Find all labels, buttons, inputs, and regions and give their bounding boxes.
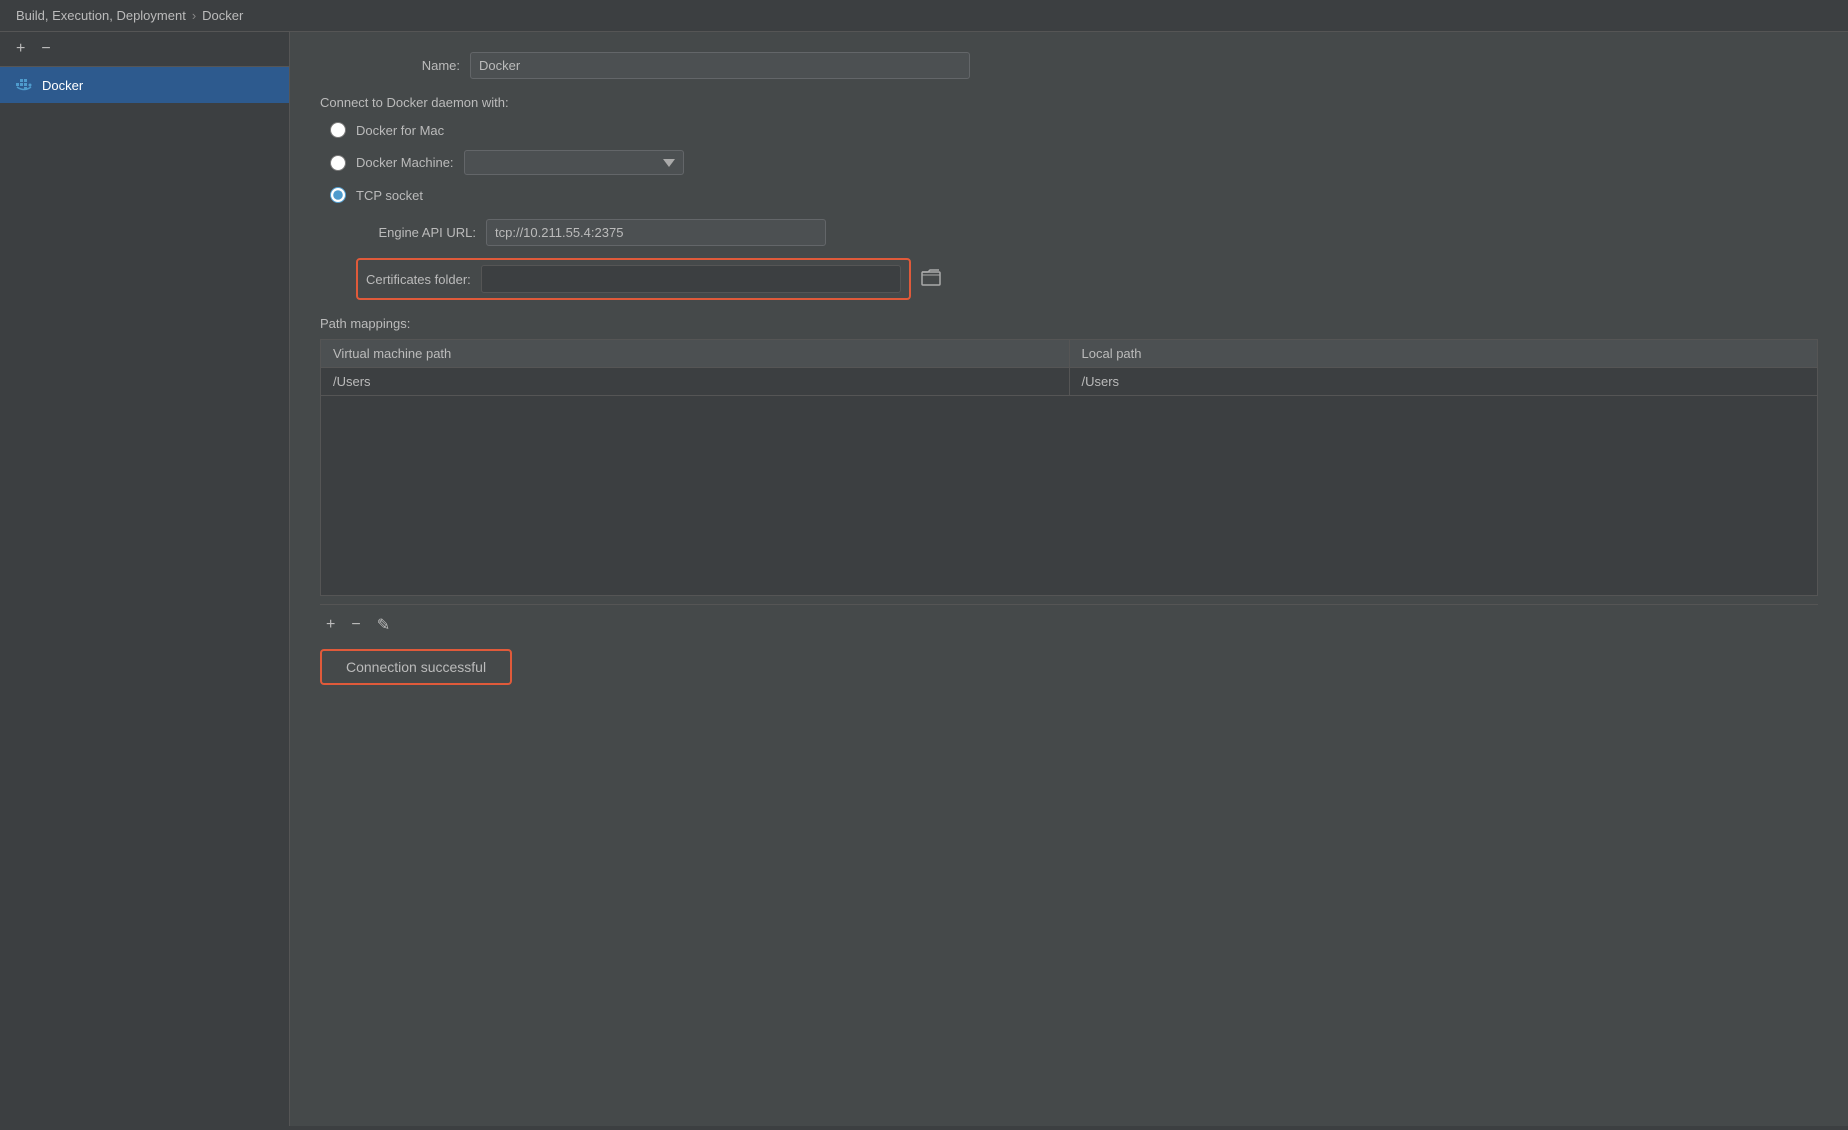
local-path-header: Local path xyxy=(1069,340,1818,368)
path-mappings-section: Path mappings: Virtual machine path Loca… xyxy=(320,316,1818,685)
sidebar-item-docker-label: Docker xyxy=(42,78,83,93)
cert-browse-button[interactable] xyxy=(915,266,947,293)
mappings-toolbar: + − ✎ xyxy=(320,604,1818,645)
connect-label: Connect to Docker daemon with: xyxy=(320,95,1818,110)
docker-for-mac-option[interactable]: Docker for Mac xyxy=(330,122,1818,138)
path-mappings-label: Path mappings: xyxy=(320,316,1818,331)
breadcrumb-part2: Docker xyxy=(202,8,243,23)
breadcrumb-bar: Build, Execution, Deployment › Docker xyxy=(0,0,1848,32)
engine-api-label: Engine API URL: xyxy=(356,225,476,240)
docker-mac-radio[interactable] xyxy=(330,122,346,138)
sidebar: + − Docker xyxy=(0,32,290,1126)
tcp-socket-label[interactable]: TCP socket xyxy=(356,188,423,203)
vm-path-header: Virtual machine path xyxy=(321,340,1070,368)
name-input[interactable] xyxy=(470,52,970,79)
local-path-cell: /Users xyxy=(1069,368,1818,396)
cert-folder-label: Certificates folder: xyxy=(366,272,471,287)
breadcrumb-separator: › xyxy=(192,8,196,23)
tcp-socket-option[interactable]: TCP socket xyxy=(330,187,1818,203)
table-row-empty xyxy=(321,396,1818,596)
connection-status: Connection successful xyxy=(346,659,486,675)
content-area: Name: Connect to Docker daemon with: Doc… xyxy=(290,32,1848,1126)
add-config-button[interactable]: + xyxy=(10,38,31,60)
vm-path-cell: /Users xyxy=(321,368,1070,396)
engine-api-row: Engine API URL: xyxy=(356,219,1818,246)
cert-folder-input[interactable] xyxy=(481,265,901,293)
radio-group: Docker for Mac Docker Machine: TCP socke… xyxy=(330,122,1818,203)
sidebar-toolbar: + − xyxy=(0,32,289,67)
path-mappings-table: Virtual machine path Local path /Users /… xyxy=(320,339,1818,596)
add-mapping-button[interactable]: + xyxy=(320,614,341,636)
docker-machine-radio[interactable] xyxy=(330,155,346,171)
breadcrumb-part1: Build, Execution, Deployment xyxy=(16,8,186,23)
remove-mapping-button[interactable]: − xyxy=(345,614,366,636)
docker-machine-label[interactable]: Docker Machine: xyxy=(356,155,454,170)
name-row: Name: xyxy=(320,52,1818,79)
docker-machine-select[interactable] xyxy=(464,150,684,175)
docker-mac-label[interactable]: Docker for Mac xyxy=(356,123,444,138)
edit-mapping-button[interactable]: ✎ xyxy=(371,613,396,637)
sidebar-item-docker[interactable]: Docker xyxy=(0,67,289,103)
engine-api-url-input[interactable] xyxy=(486,219,826,246)
docker-machine-option[interactable]: Docker Machine: xyxy=(330,150,1818,175)
table-row[interactable]: /Users /Users xyxy=(321,368,1818,396)
docker-icon xyxy=(14,75,34,95)
name-label: Name: xyxy=(320,58,460,73)
remove-config-button[interactable]: − xyxy=(35,38,56,60)
cert-row-container: Certificates folder: xyxy=(356,258,1818,300)
tcp-socket-radio[interactable] xyxy=(330,187,346,203)
